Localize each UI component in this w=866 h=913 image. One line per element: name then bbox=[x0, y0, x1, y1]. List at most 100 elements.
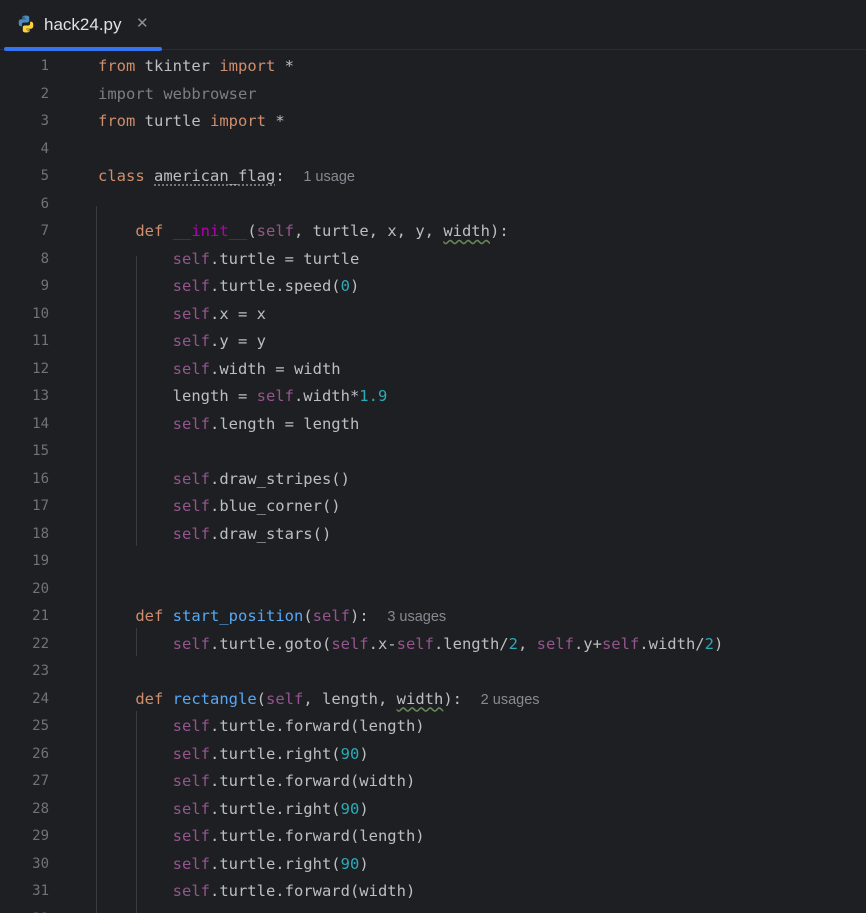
code-line[interactable]: 27 self.turtle.forward(width) bbox=[0, 768, 866, 796]
line-number[interactable]: 12 bbox=[0, 356, 49, 384]
line-number[interactable]: 26 bbox=[0, 741, 49, 769]
code-line[interactable]: 31 self.turtle.forward(width) bbox=[0, 878, 866, 906]
code-text[interactable]: self.turtle.forward(length) bbox=[98, 713, 425, 741]
code-line[interactable]: 4 bbox=[0, 136, 866, 164]
line-number[interactable]: 32 bbox=[0, 906, 49, 913]
code-line[interactable]: 28 self.turtle.right(90) bbox=[0, 796, 866, 824]
code-line[interactable]: 3 from turtle import * bbox=[0, 108, 866, 136]
code-line[interactable]: 26 self.turtle.right(90) bbox=[0, 741, 866, 769]
code-line[interactable]: 22 self.turtle.goto(self.x-self.length/2… bbox=[0, 631, 866, 659]
code-line[interactable]: 10 self.x = x bbox=[0, 301, 866, 329]
code-text[interactable]: self.draw_stars() bbox=[98, 521, 332, 549]
code-line[interactable]: 9 self.turtle.speed(0) bbox=[0, 273, 866, 301]
code-text[interactable]: self.turtle.right(90) bbox=[98, 741, 369, 769]
code-text[interactable]: self.length = length bbox=[98, 411, 360, 439]
line-number[interactable]: 6 bbox=[0, 191, 49, 219]
code-text[interactable]: length = self.width*1.9 bbox=[98, 383, 388, 411]
code-line[interactable]: 21 def start_position(self): 3 usages bbox=[0, 603, 866, 631]
code-editor[interactable]: hack24.py ✕ 1 from tkinter import * 2 impor… bbox=[0, 0, 866, 913]
code-text[interactable]: self.turtle.speed(0) bbox=[98, 273, 360, 301]
line-number[interactable]: 18 bbox=[0, 521, 49, 549]
code-line[interactable]: 11 self.y = y bbox=[0, 328, 866, 356]
code-text[interactable]: def start_position(self): 3 usages bbox=[98, 603, 446, 632]
line-number[interactable]: 19 bbox=[0, 548, 49, 576]
line-number[interactable]: 22 bbox=[0, 631, 49, 659]
line-number[interactable]: 4 bbox=[0, 136, 49, 164]
code-text[interactable]: self.turtle.forward(width) bbox=[98, 878, 416, 906]
code-text[interactable]: self.turtle.forward(width) bbox=[98, 768, 416, 796]
tab-hack24-py[interactable]: hack24.py ✕ bbox=[4, 0, 162, 51]
code-line[interactable]: 12 self.width = width bbox=[0, 356, 866, 384]
usage-hint[interactable]: 3 usages bbox=[387, 609, 446, 625]
code-text[interactable]: self.x = x bbox=[98, 301, 266, 329]
usage-hint[interactable]: 2 usages bbox=[481, 692, 540, 708]
code-token: .x- bbox=[368, 634, 397, 653]
code-text[interactable]: self.turtle.forward(length) bbox=[98, 823, 425, 851]
code-area[interactable]: 1 from tkinter import * 2 import webbrowser… bbox=[0, 52, 866, 913]
line-number[interactable]: 14 bbox=[0, 411, 49, 439]
code-line[interactable]: 25 self.turtle.forward(length) bbox=[0, 713, 866, 741]
code-text[interactable]: def rectangle(self, length, width): 2 us… bbox=[98, 686, 540, 715]
line-number[interactable]: 8 bbox=[0, 246, 49, 274]
line-number[interactable]: 13 bbox=[0, 383, 49, 411]
line-number[interactable]: 28 bbox=[0, 796, 49, 824]
code-text[interactable]: from turtle import * bbox=[98, 108, 285, 136]
code-text[interactable]: self.turtle.goto(self.x-self.length/2, s… bbox=[98, 631, 724, 659]
code-line[interactable]: 1 from tkinter import * bbox=[0, 53, 866, 81]
line-number[interactable]: 16 bbox=[0, 466, 49, 494]
line-number[interactable]: 10 bbox=[0, 301, 49, 329]
code-text[interactable]: import webbrowser bbox=[98, 81, 257, 109]
code-line[interactable]: 30 self.turtle.right(90) bbox=[0, 851, 866, 879]
code-line[interactable]: 18 self.draw_stars() bbox=[0, 521, 866, 549]
code-line[interactable]: 8 self.turtle = turtle bbox=[0, 246, 866, 274]
line-number[interactable]: 24 bbox=[0, 686, 49, 714]
code-text[interactable]: self.turtle.right(90) bbox=[98, 796, 369, 824]
code-line[interactable]: 2 import webbrowser bbox=[0, 81, 866, 109]
code-text[interactable]: def __init__(self, turtle, x, y, width): bbox=[98, 218, 508, 246]
code-line[interactable]: 7 def __init__(self, turtle, x, y, width… bbox=[0, 218, 866, 246]
code-text[interactable]: from tkinter import * bbox=[98, 53, 294, 81]
code-text[interactable]: self.turtle.right(90) bbox=[98, 851, 369, 879]
line-number[interactable]: 29 bbox=[0, 823, 49, 851]
code-token: def bbox=[135, 222, 164, 240]
line-number[interactable]: 30 bbox=[0, 851, 49, 879]
line-number[interactable]: 25 bbox=[0, 713, 49, 741]
code-line[interactable]: 13 length = self.width*1.9 bbox=[0, 383, 866, 411]
code-line[interactable]: 16 self.draw_stripes() bbox=[0, 466, 866, 494]
code-text[interactable]: self.y = y bbox=[98, 328, 266, 356]
line-number[interactable]: 11 bbox=[0, 328, 49, 356]
line-number[interactable]: 5 bbox=[0, 163, 49, 191]
line-number[interactable]: 9 bbox=[0, 273, 49, 301]
code-line[interactable]: 6 bbox=[0, 191, 866, 219]
code-text[interactable]: self.draw_stripes() bbox=[98, 466, 350, 494]
line-number[interactable]: 2 bbox=[0, 81, 49, 109]
code-text[interactable]: self.width = width bbox=[98, 356, 341, 384]
line-number[interactable]: 23 bbox=[0, 658, 49, 686]
line-number[interactable]: 21 bbox=[0, 603, 49, 631]
line-number[interactable]: 15 bbox=[0, 438, 49, 466]
line-number[interactable]: 3 bbox=[0, 108, 49, 136]
line-number[interactable]: 1 bbox=[0, 53, 49, 81]
code-text[interactable]: class american_flag: 1 usage bbox=[98, 163, 355, 192]
usage-hint[interactable]: 1 usage bbox=[303, 169, 355, 185]
line-number[interactable]: 7 bbox=[0, 218, 49, 246]
code-line[interactable]: 5 class american_flag: 1 usage bbox=[0, 163, 866, 191]
code-line[interactable]: 19 bbox=[0, 548, 866, 576]
code-line[interactable]: 17 self.blue_corner() bbox=[0, 493, 866, 521]
line-number[interactable]: 20 bbox=[0, 576, 49, 604]
code-line[interactable]: 23 bbox=[0, 658, 866, 686]
code-line[interactable]: 15 bbox=[0, 438, 866, 466]
code-text[interactable]: self.turtle = turtle bbox=[98, 246, 360, 274]
code-token: self bbox=[172, 497, 210, 515]
code-text[interactable]: self.blue_corner() bbox=[98, 493, 341, 521]
code-line[interactable]: 29 self.turtle.forward(length) bbox=[0, 823, 866, 851]
code-line[interactable]: 32 bbox=[0, 906, 866, 913]
code-token: self bbox=[266, 689, 304, 708]
line-number[interactable]: 31 bbox=[0, 878, 49, 906]
line-number[interactable]: 17 bbox=[0, 493, 49, 521]
close-icon[interactable]: ✕ bbox=[136, 15, 149, 33]
code-line[interactable]: 24 def rectangle(self, length, width): 2… bbox=[0, 686, 866, 714]
code-line[interactable]: 14 self.length = length bbox=[0, 411, 866, 439]
line-number[interactable]: 27 bbox=[0, 768, 49, 796]
code-line[interactable]: 20 bbox=[0, 576, 866, 604]
